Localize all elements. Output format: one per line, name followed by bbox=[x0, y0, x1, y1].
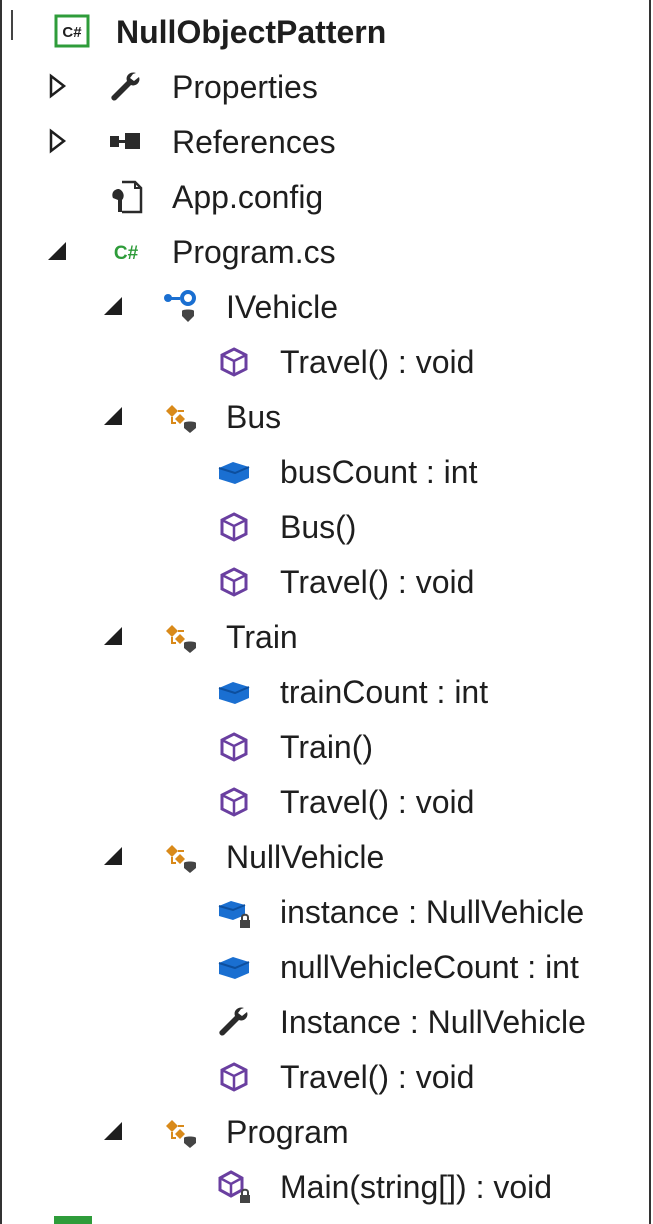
collapse-arrow-icon[interactable] bbox=[44, 238, 70, 264]
tree-item-app-config[interactable]: App.config bbox=[0, 169, 653, 224]
tree-item-label: NullVehicle bbox=[226, 839, 385, 875]
tree-item-nullvehicle[interactable]: NullVehicle bbox=[0, 829, 653, 884]
csharp-file-icon: C# bbox=[114, 243, 139, 264]
tree-item-label: Program.cs bbox=[172, 234, 336, 270]
method-icon bbox=[220, 732, 248, 762]
private-field-icon bbox=[218, 901, 250, 928]
project-label: NullObjectPattern bbox=[116, 14, 387, 50]
tree-item-label: Properties bbox=[172, 69, 318, 105]
class-icon bbox=[166, 845, 196, 873]
class-icon bbox=[166, 1120, 196, 1148]
tree-item-private-field[interactable]: instance : NullVehicle bbox=[0, 884, 653, 939]
field-icon bbox=[218, 957, 250, 979]
tree-item-properties[interactable]: Properties bbox=[0, 59, 653, 114]
tree-item-label: nullVehicleCount : int bbox=[280, 949, 579, 985]
tree-item-field[interactable]: busCount : int bbox=[0, 444, 653, 499]
collapse-arrow-icon[interactable] bbox=[100, 1118, 126, 1144]
tree-item-method[interactable]: Bus() bbox=[0, 499, 653, 554]
tree-item-label: instance : NullVehicle bbox=[280, 894, 585, 930]
tree-item-label: Train() bbox=[280, 729, 374, 765]
tree-item-references[interactable]: References bbox=[0, 114, 653, 169]
collapse-arrow-icon[interactable] bbox=[100, 623, 126, 649]
tree-item-label: Train bbox=[226, 619, 298, 655]
collapse-arrow-icon[interactable] bbox=[100, 293, 126, 319]
tree-item-ivehicle[interactable]: IVehicle bbox=[0, 279, 653, 334]
tree-item-field[interactable]: trainCount : int bbox=[0, 664, 653, 719]
next-project-icon-partial bbox=[54, 1216, 92, 1224]
tree-item-method[interactable]: Travel() : void bbox=[0, 554, 653, 609]
private-method-icon bbox=[218, 1170, 250, 1203]
tree-item-property[interactable]: Instance : NullVehicle bbox=[0, 994, 653, 1049]
tree-item-bus[interactable]: Bus bbox=[0, 389, 653, 444]
tree-item-method[interactable]: Train() bbox=[0, 719, 653, 774]
method-icon bbox=[220, 567, 248, 597]
tree-item-program-cs[interactable]: C# Program.cs bbox=[0, 224, 653, 279]
tree-item-label: References bbox=[172, 124, 336, 160]
class-icon bbox=[166, 405, 196, 433]
wrench-icon bbox=[111, 72, 140, 101]
svg-text:C#: C# bbox=[62, 24, 82, 41]
field-icon bbox=[218, 462, 250, 484]
expand-arrow-icon[interactable] bbox=[44, 128, 70, 154]
interface-icon bbox=[164, 290, 196, 322]
expand-arrow-icon[interactable] bbox=[44, 73, 70, 99]
tree-item-label: Main(string[]) : void bbox=[280, 1169, 553, 1205]
references-icon bbox=[110, 133, 140, 149]
tree-item-private-method[interactable]: Main(string[]) : void bbox=[0, 1159, 653, 1214]
method-icon bbox=[220, 787, 248, 817]
tree-item-program-class[interactable]: Program bbox=[0, 1104, 653, 1159]
tree-item-project[interactable]: C# NullObjectPattern bbox=[0, 4, 653, 59]
method-icon bbox=[220, 512, 248, 542]
tree-item-label: trainCount : int bbox=[280, 674, 489, 710]
property-wrench-icon bbox=[219, 1007, 248, 1036]
tree-item-label: Instance : NullVehicle bbox=[280, 1004, 586, 1040]
tree-item-method[interactable]: Travel() : void bbox=[0, 1049, 653, 1104]
tree-item-label: Travel() : void bbox=[280, 344, 475, 380]
config-file-icon bbox=[112, 180, 143, 214]
tree-item-method[interactable]: Travel() : void bbox=[0, 334, 653, 389]
csharp-project-icon: C# bbox=[54, 14, 90, 48]
tree-item-label: Bus() bbox=[280, 509, 357, 545]
collapse-arrow-icon[interactable] bbox=[100, 403, 126, 429]
method-icon bbox=[220, 1062, 248, 1092]
tree-item-label: Bus bbox=[226, 399, 282, 435]
tree-item-label: App.config bbox=[172, 179, 324, 215]
collapse-arrow-icon[interactable] bbox=[100, 843, 126, 869]
tree-item-train[interactable]: Train bbox=[0, 609, 653, 664]
class-icon bbox=[166, 625, 196, 653]
tree-item-label: Travel() : void bbox=[280, 564, 475, 600]
tree-item-field[interactable]: nullVehicleCount : int bbox=[0, 939, 653, 994]
field-icon bbox=[218, 682, 250, 704]
method-icon bbox=[220, 347, 248, 377]
tree-item-label: busCount : int bbox=[280, 454, 478, 490]
tree-item-label: Travel() : void bbox=[280, 784, 475, 820]
tree-item-label: Travel() : void bbox=[280, 1059, 475, 1095]
svg-text:C#: C# bbox=[114, 243, 139, 264]
tree-item-label: Program bbox=[226, 1114, 349, 1150]
tree-item-label: IVehicle bbox=[226, 289, 339, 325]
tree-item-method[interactable]: Travel() : void bbox=[0, 774, 653, 829]
